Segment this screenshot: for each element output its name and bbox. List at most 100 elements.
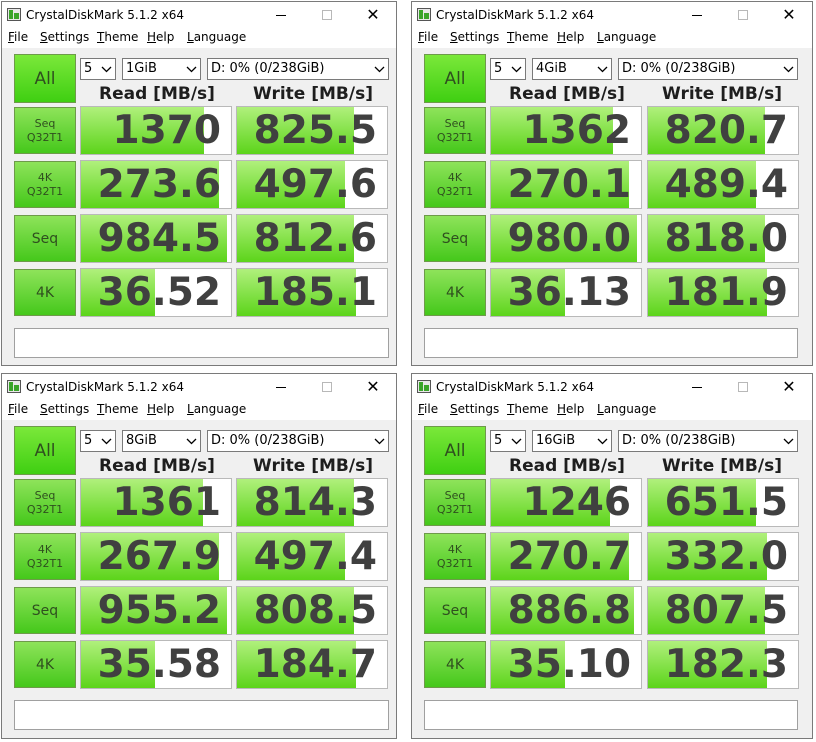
- maximize-button[interactable]: [304, 2, 350, 28]
- test-button-seq-q32t1[interactable]: Seq Q32T1: [14, 479, 76, 526]
- test-button-seq[interactable]: Seq: [424, 587, 486, 634]
- maximize-button[interactable]: [720, 374, 766, 400]
- write-result-value: 812.6: [253, 216, 377, 261]
- drive-select[interactable]: D: 0% (0/238GiB): [207, 430, 389, 452]
- read-result-cell: 273.6: [80, 160, 232, 209]
- all-button[interactable]: All: [14, 426, 76, 475]
- app-window: CrystalDiskMark 5.1.2 x64 ✕ File Settings Th…: [1, 373, 397, 739]
- test-count-select[interactable]: 5: [80, 430, 116, 452]
- minimize-button[interactable]: [674, 374, 720, 400]
- test-button-4k-q32t1[interactable]: 4K Q32T1: [424, 161, 486, 208]
- read-result-value: 1361: [112, 480, 221, 525]
- title-bar[interactable]: CrystalDiskMark 5.1.2 x64 ✕: [412, 2, 812, 28]
- test-button-label-line2: Q32T1: [26, 556, 64, 570]
- menu-file[interactable]: File: [418, 402, 438, 416]
- drive-select[interactable]: D: 0% (0/238GiB): [618, 58, 798, 80]
- menu-bar: File Settings Theme Help Language: [2, 28, 396, 48]
- test-count-select[interactable]: 5: [490, 430, 526, 452]
- maximize-icon: [738, 382, 748, 392]
- menu-settings[interactable]: Settings: [40, 30, 89, 44]
- write-result-cell: 818.0: [647, 214, 799, 263]
- title-bar[interactable]: CrystalDiskMark 5.1.2 x64 ✕: [412, 374, 812, 400]
- menu-file[interactable]: File: [8, 30, 28, 44]
- test-size-select[interactable]: 16GiB: [532, 430, 612, 452]
- all-button[interactable]: All: [14, 54, 76, 103]
- test-button-seq[interactable]: Seq: [14, 215, 76, 262]
- test-button-label-line1: 4K: [447, 542, 463, 556]
- menu-file[interactable]: File: [8, 402, 28, 416]
- menu-language[interactable]: Language: [597, 30, 656, 44]
- minimize-icon: [276, 14, 286, 16]
- close-button[interactable]: ✕: [350, 2, 396, 28]
- test-size-select[interactable]: 1GiB: [122, 58, 201, 80]
- menu-file[interactable]: File: [418, 30, 438, 44]
- write-result-cell: 814.3: [236, 478, 388, 527]
- maximize-button[interactable]: [304, 374, 350, 400]
- test-size-select[interactable]: 4GiB: [532, 58, 612, 80]
- comment-field[interactable]: [424, 328, 798, 358]
- menu-bar: File Settings Theme Help Language: [412, 28, 812, 48]
- write-result-value: 182.3: [664, 642, 788, 687]
- drive-select[interactable]: D: 0% (0/238GiB): [618, 430, 798, 452]
- menu-help[interactable]: Help: [557, 30, 584, 44]
- test-count-select[interactable]: 5: [80, 58, 116, 80]
- read-result-value: 36.13: [507, 270, 631, 315]
- comment-field[interactable]: [424, 700, 798, 730]
- test-button-seq-q32t1[interactable]: Seq Q32T1: [14, 107, 76, 154]
- test-count-select[interactable]: 5: [490, 58, 526, 80]
- minimize-button[interactable]: [258, 2, 304, 28]
- test-button-4k[interactable]: 4K: [424, 641, 486, 688]
- maximize-button[interactable]: [720, 2, 766, 28]
- drive-select[interactable]: D: 0% (0/238GiB): [207, 58, 389, 80]
- chevron-down-icon: [183, 59, 200, 79]
- read-result-value: 955.2: [97, 588, 221, 633]
- all-button[interactable]: All: [424, 426, 486, 475]
- comment-field[interactable]: [14, 328, 389, 358]
- window-title: CrystalDiskMark 5.1.2 x64: [436, 8, 594, 22]
- test-button-label: 4K: [35, 284, 55, 301]
- test-button-4k-q32t1[interactable]: 4K Q32T1: [14, 533, 76, 580]
- test-button-4k-q32t1[interactable]: 4K Q32T1: [14, 161, 76, 208]
- menu-language[interactable]: Language: [597, 402, 656, 416]
- menu-theme[interactable]: Theme: [507, 30, 548, 44]
- minimize-button[interactable]: [674, 2, 720, 28]
- test-button-4k[interactable]: 4K: [14, 641, 76, 688]
- test-button-seq[interactable]: Seq: [424, 215, 486, 262]
- menu-settings[interactable]: Settings: [40, 402, 89, 416]
- comment-field[interactable]: [14, 700, 389, 730]
- menu-settings[interactable]: Settings: [450, 402, 499, 416]
- title-bar[interactable]: CrystalDiskMark 5.1.2 x64 ✕: [2, 2, 396, 28]
- menu-theme[interactable]: Theme: [97, 402, 138, 416]
- test-size-select-value: 8GiB: [126, 433, 157, 448]
- menu-help[interactable]: Help: [147, 402, 174, 416]
- menu-help[interactable]: Help: [147, 30, 174, 44]
- close-button[interactable]: ✕: [350, 374, 396, 400]
- menu-help[interactable]: Help: [557, 402, 584, 416]
- write-result-cell: 184.7: [236, 640, 388, 689]
- test-button-seq-q32t1[interactable]: Seq Q32T1: [424, 107, 486, 154]
- read-result-cell: 1361: [80, 478, 232, 527]
- test-button-seq-q32t1[interactable]: Seq Q32T1: [424, 479, 486, 526]
- maximize-icon: [322, 382, 332, 392]
- test-button-4k[interactable]: 4K: [424, 269, 486, 316]
- title-bar[interactable]: CrystalDiskMark 5.1.2 x64 ✕: [2, 374, 396, 400]
- drive-select-value: D: 0% (0/238GiB): [622, 433, 736, 448]
- close-button[interactable]: ✕: [766, 374, 812, 400]
- menu-theme[interactable]: Theme: [507, 402, 548, 416]
- read-column-header: Read [MB/s]: [99, 84, 215, 104]
- test-size-select[interactable]: 8GiB: [122, 430, 201, 452]
- close-button[interactable]: ✕: [766, 2, 812, 28]
- test-button-4k-q32t1[interactable]: 4K Q32T1: [424, 533, 486, 580]
- test-button-label: Seq: [31, 230, 59, 247]
- menu-language[interactable]: Language: [187, 30, 246, 44]
- menu-settings[interactable]: Settings: [450, 30, 499, 44]
- test-button-label-line1: Seq: [444, 116, 466, 130]
- menu-language[interactable]: Language: [187, 402, 246, 416]
- minimize-icon: [276, 386, 286, 388]
- menu-theme[interactable]: Theme: [97, 30, 138, 44]
- chevron-down-icon: [594, 59, 611, 79]
- test-button-seq[interactable]: Seq: [14, 587, 76, 634]
- minimize-button[interactable]: [258, 374, 304, 400]
- all-button[interactable]: All: [424, 54, 486, 103]
- test-button-4k[interactable]: 4K: [14, 269, 76, 316]
